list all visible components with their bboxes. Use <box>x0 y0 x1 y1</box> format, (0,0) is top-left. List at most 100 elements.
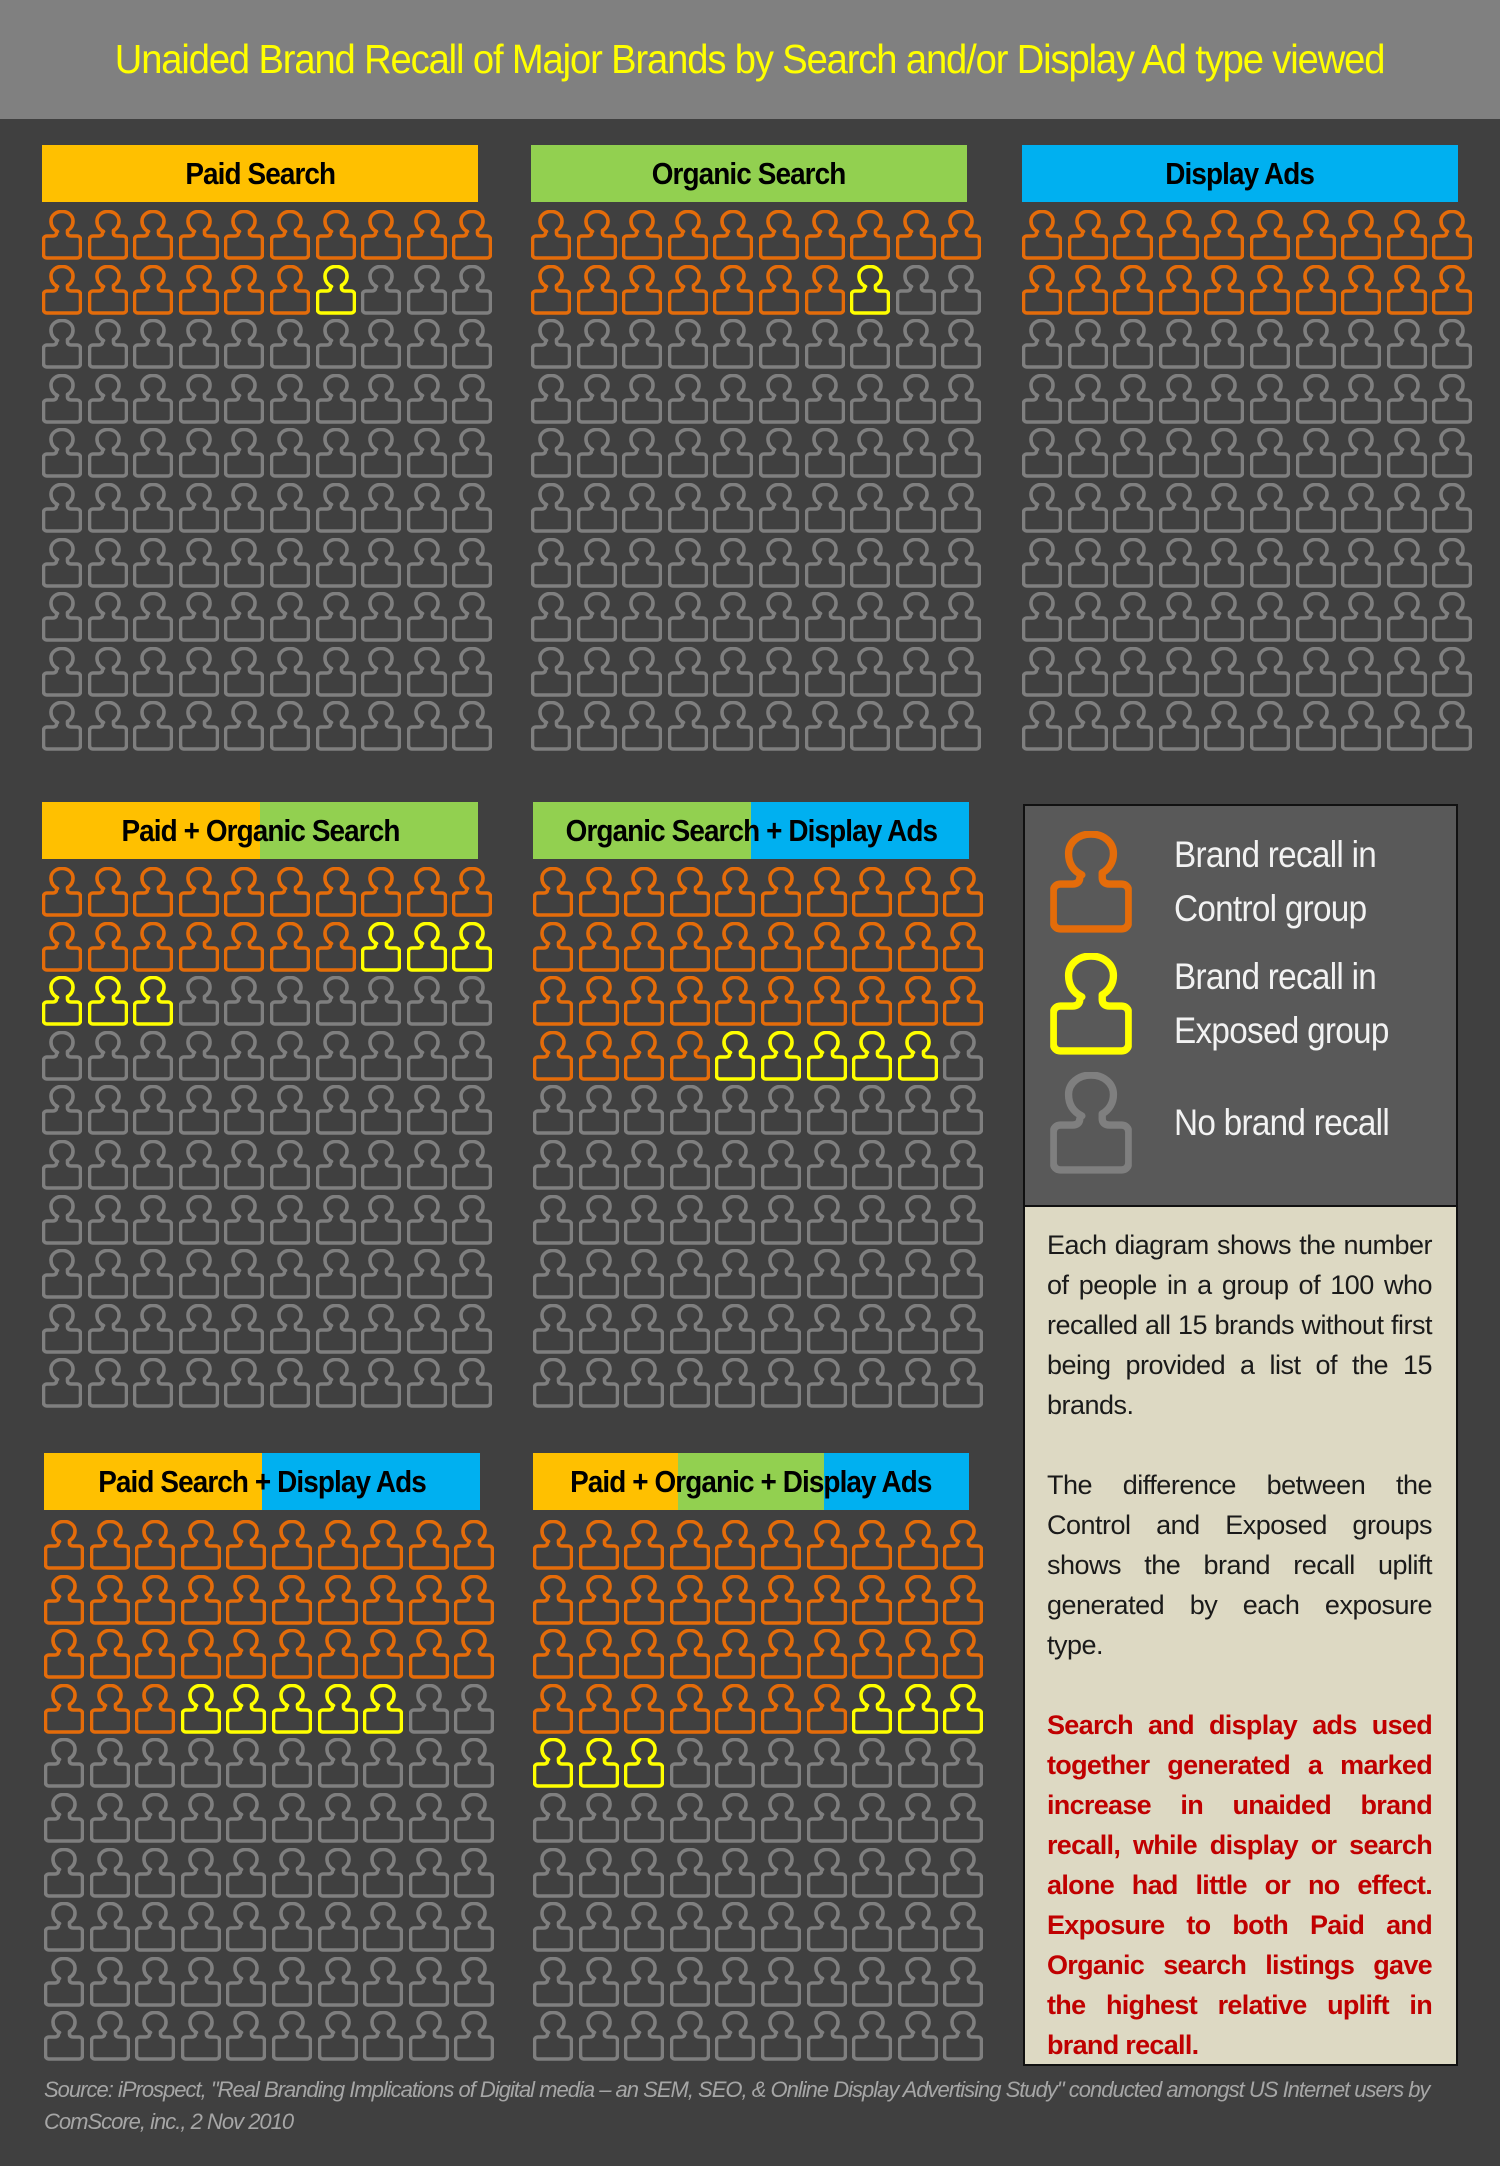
person-icon-control <box>852 976 892 1026</box>
person-icon-control <box>272 1520 312 1570</box>
person-icon-control <box>531 210 571 260</box>
person-icon-none <box>1113 647 1153 697</box>
person-icon-none <box>42 428 82 478</box>
person-icon-none <box>761 1085 801 1135</box>
person-icon-none <box>316 483 356 533</box>
person-icon-control <box>1387 265 1427 315</box>
person-icon-none <box>759 428 799 478</box>
person-icon-none <box>409 2011 449 2061</box>
person-icon-none <box>807 1304 847 1354</box>
panel-organic-display: Organic Search + Display Ads <box>533 802 969 859</box>
header-bar: Unaided Brand Recall of Major Brands by … <box>0 0 1500 119</box>
person-icon-none <box>759 538 799 588</box>
person-icon-control <box>715 1684 755 1734</box>
person-icon-none <box>852 1140 892 1190</box>
person-icon-none <box>713 319 753 369</box>
source-citation: Source: iProspect, "Real Branding Implic… <box>44 2077 1430 2134</box>
person-icon-control <box>533 1520 573 1570</box>
person-icon-none <box>852 1902 892 1952</box>
person-icon-none <box>852 1249 892 1299</box>
person-icon-none <box>533 1902 573 1952</box>
person-icon-none <box>42 1358 82 1408</box>
panel-paid-organic: Paid + Organic Search <box>42 802 478 859</box>
person-icon-control <box>454 1575 494 1625</box>
person-icon-none <box>852 1085 892 1135</box>
person-icon-control <box>224 922 264 972</box>
person-icon-none <box>670 1793 710 1843</box>
person-icon-none <box>270 483 310 533</box>
person-icon-none <box>668 319 708 369</box>
person-icon-none <box>270 1249 310 1299</box>
person-icon-none <box>850 319 890 369</box>
person-icon-none <box>179 428 219 478</box>
person-icon-none <box>1296 483 1336 533</box>
person-icon-none <box>898 1140 938 1190</box>
person-icon-control <box>42 922 82 972</box>
person-icon-none <box>1068 374 1108 424</box>
person-icon-exposed <box>88 976 128 1026</box>
person-icon-none <box>533 1195 573 1245</box>
person-icon-none <box>1387 428 1427 478</box>
person-icon-control <box>224 265 264 315</box>
person-icon-control <box>270 265 310 315</box>
panel-label: Paid + Organic + Display Ads <box>533 1453 969 1510</box>
person-icon-none <box>624 1304 664 1354</box>
person-icon-none <box>531 428 571 478</box>
person-icon-none <box>454 1957 494 2007</box>
person-icon-none <box>1068 592 1108 642</box>
person-icon-none <box>1432 538 1472 588</box>
person-icon-none <box>1387 647 1427 697</box>
person-icon-control <box>579 867 619 917</box>
person-icon-control <box>133 210 173 260</box>
person-icon-none <box>1022 592 1062 642</box>
person-icon-control <box>409 1520 449 1570</box>
person-icon-none <box>715 1902 755 1952</box>
person-icon-none <box>1341 538 1381 588</box>
person-icon-none <box>318 1848 358 1898</box>
person-icon-control <box>270 922 310 972</box>
person-icon-none <box>941 483 981 533</box>
person-icon-none <box>133 1085 173 1135</box>
person-icon-none <box>363 1848 403 1898</box>
person-icon-none <box>943 1848 983 1898</box>
person-icon-none <box>852 2011 892 2061</box>
person-icon-none <box>179 1195 219 1245</box>
person-icon-none <box>88 428 128 478</box>
person-icon-none <box>713 701 753 751</box>
person-icon-none <box>670 2011 710 2061</box>
person-icon-none <box>668 428 708 478</box>
person-icon-none <box>363 1902 403 1952</box>
person-icon-control <box>179 867 219 917</box>
person-icon-none <box>759 319 799 369</box>
person-icon-none <box>761 2011 801 2061</box>
person-icon-none <box>713 483 753 533</box>
person-icon-none <box>761 1140 801 1190</box>
person-icon-none <box>90 1738 130 1788</box>
person-icon-none <box>1250 428 1290 478</box>
person-icon-none <box>224 1031 264 1081</box>
person-icon-none <box>42 1249 82 1299</box>
person-icon-control <box>713 265 753 315</box>
panel-label: Paid Search + Display Ads <box>44 1453 480 1510</box>
person-icon-control <box>90 1520 130 1570</box>
person-icon-none <box>759 701 799 751</box>
person-icon-none <box>88 647 128 697</box>
person-icon-exposed <box>272 1684 312 1734</box>
person-icon-none <box>761 1848 801 1898</box>
person-icon-none <box>1432 592 1472 642</box>
person-icon-none <box>224 428 264 478</box>
note-difference: The difference between the Control and E… <box>1047 1470 1433 1660</box>
person-icon-none <box>1113 592 1153 642</box>
person-icon-control <box>1050 831 1132 933</box>
person-icon-none <box>1432 701 1472 751</box>
person-icon-control <box>318 1575 358 1625</box>
person-icon-none <box>943 1031 983 1081</box>
person-icon-none <box>407 1304 447 1354</box>
person-icon-none <box>454 1793 494 1843</box>
person-icon-none <box>670 1902 710 1952</box>
person-icon-control <box>181 1575 221 1625</box>
person-icon-none <box>42 483 82 533</box>
person-icon-none <box>624 1085 664 1135</box>
person-icon-none <box>1296 647 1336 697</box>
person-icon-control <box>1113 210 1153 260</box>
